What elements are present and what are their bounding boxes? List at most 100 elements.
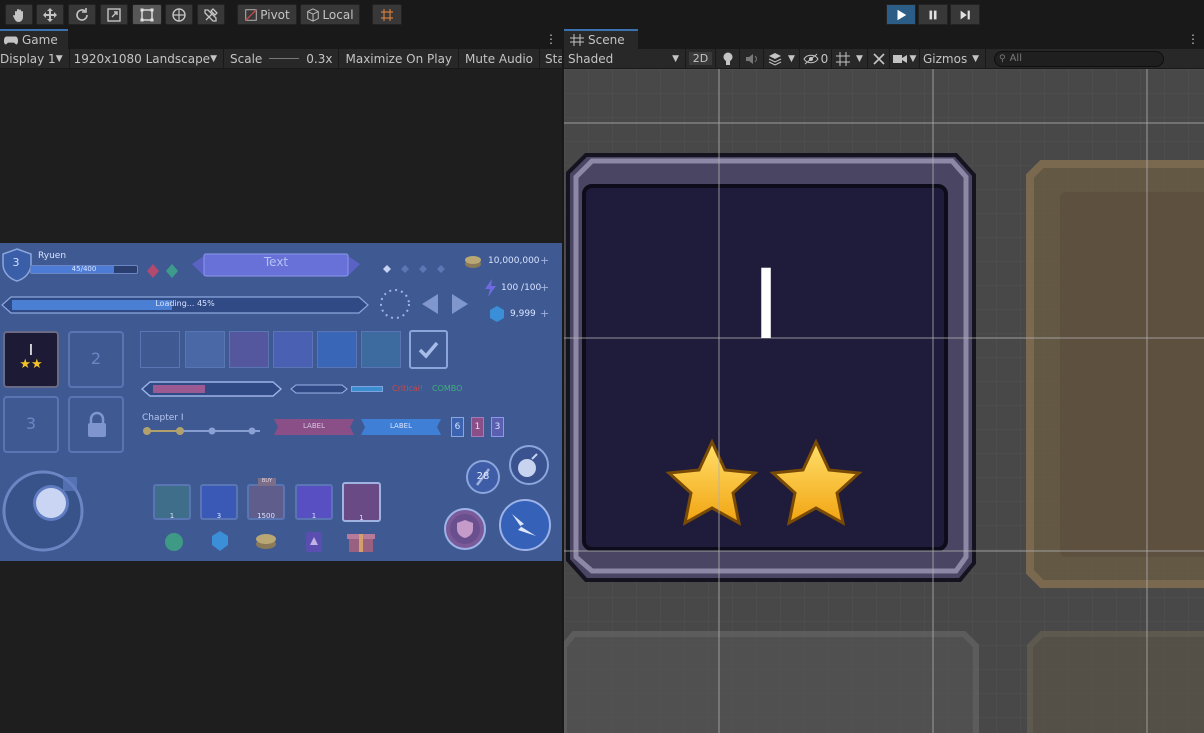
swatch-1[interactable] bbox=[140, 331, 180, 368]
maximize-on-play-toggle[interactable]: Maximize On Play bbox=[339, 49, 460, 68]
pivot-label: Pivot bbox=[260, 7, 290, 22]
item-slot-5[interactable]: 1 bbox=[342, 482, 381, 522]
level-numeral: I bbox=[751, 249, 781, 361]
search-placeholder: All bbox=[1009, 53, 1022, 64]
chapter-progress bbox=[143, 427, 260, 435]
play-icon bbox=[897, 9, 907, 20]
add-coins-button[interactable]: + bbox=[540, 254, 549, 267]
2d-toggle[interactable]: 2D bbox=[686, 49, 716, 68]
buy-tag: BUY bbox=[258, 478, 276, 486]
slot-3-label: 3 bbox=[25, 414, 37, 433]
item-count-1: 1 bbox=[169, 512, 175, 520]
grid-dropdown[interactable]: ▼ bbox=[832, 49, 868, 68]
gizmos-dropdown[interactable]: Gizmos ▼ bbox=[920, 49, 986, 68]
shield-button[interactable] bbox=[443, 507, 487, 551]
swatch-4[interactable] bbox=[273, 331, 313, 368]
attack-button[interactable] bbox=[498, 498, 552, 552]
grid-icon bbox=[836, 51, 851, 66]
game-panel-menu-icon[interactable]: ⋮ bbox=[545, 32, 557, 46]
local-label: Local bbox=[322, 7, 354, 22]
item-slot-2[interactable]: 3 bbox=[200, 484, 238, 520]
resolution-dropdown[interactable]: 1920x1080 Landscape ▼ bbox=[70, 49, 224, 68]
chevron-down-icon: ▼ bbox=[672, 53, 679, 64]
stats-label: Sta bbox=[545, 51, 562, 66]
local-toggle[interactable]: Local bbox=[300, 4, 360, 25]
hidden-objects-toggle[interactable]: 0 bbox=[800, 49, 832, 68]
camera-dropdown[interactable]: ▼ bbox=[890, 49, 920, 68]
eye-slash-icon bbox=[803, 53, 819, 64]
light-bulb-icon bbox=[723, 52, 732, 65]
swatch-3[interactable] bbox=[229, 331, 269, 368]
check-icon bbox=[418, 341, 439, 359]
mute-audio-toggle[interactable]: Mute Audio bbox=[459, 49, 541, 68]
mini-bar-2 bbox=[351, 386, 383, 392]
scale-slider[interactable]: Scale 0.3x bbox=[224, 49, 340, 68]
count-badge-3: 3 bbox=[491, 417, 504, 437]
count-badge-1: 6 bbox=[451, 417, 464, 437]
count-badge-2: 1 bbox=[471, 417, 484, 437]
swatch-2[interactable] bbox=[185, 331, 225, 368]
tools-toggle[interactable] bbox=[868, 49, 890, 68]
game-view: 3 Ryuen 45/400 Text 10,000,000 + 100 /10… bbox=[0, 69, 562, 733]
label-2: LABEL bbox=[390, 422, 412, 430]
add-energy-button[interactable]: + bbox=[540, 281, 549, 294]
tile-inner bbox=[582, 184, 948, 551]
arrow-buttons[interactable] bbox=[420, 291, 470, 317]
slot-3[interactable]: 3 bbox=[3, 396, 59, 453]
energy-value: 100 /100 bbox=[501, 283, 542, 293]
game-toolbar: Display 1 ▼ 1920x1080 Landscape ▼ Scale … bbox=[0, 49, 562, 69]
transform-tool-button[interactable] bbox=[165, 4, 193, 25]
rotate-tool-button[interactable] bbox=[68, 4, 96, 25]
rank-diamonds bbox=[383, 265, 445, 273]
step-button[interactable] bbox=[950, 4, 980, 25]
main-toolbar: Pivot Local bbox=[0, 0, 1204, 29]
slot-1[interactable]: I ★★ bbox=[3, 331, 59, 388]
game-tab-bar: Game ⋮ bbox=[0, 29, 562, 49]
gems-value: 9,999 bbox=[510, 309, 536, 319]
2d-label: 2D bbox=[688, 52, 713, 65]
swatch-6[interactable] bbox=[361, 331, 401, 368]
stats-toggle[interactable]: Sta bbox=[540, 49, 562, 68]
hand-tool-button[interactable] bbox=[5, 4, 33, 25]
custom-tool-button[interactable] bbox=[197, 4, 225, 25]
lightning-icon bbox=[485, 279, 496, 297]
pivot-toggle[interactable]: Pivot bbox=[237, 4, 297, 25]
joystick[interactable] bbox=[1, 469, 85, 553]
item-slot-3[interactable]: BUY 1500 bbox=[247, 478, 285, 520]
gamepad-icon bbox=[4, 36, 18, 45]
xp-bar: 45/400 bbox=[30, 265, 138, 274]
scale-slider-track[interactable] bbox=[269, 58, 300, 59]
display-dropdown[interactable]: Display 1 ▼ bbox=[0, 49, 70, 68]
scale-label: Scale bbox=[230, 51, 263, 66]
camera-icon bbox=[892, 54, 907, 63]
slot-2[interactable]: 2 bbox=[68, 331, 124, 388]
play-button[interactable] bbox=[886, 4, 916, 25]
rect-tool-button[interactable] bbox=[132, 4, 162, 25]
pause-button[interactable] bbox=[918, 4, 948, 25]
scene-search-input[interactable]: ⚲ All bbox=[994, 50, 1164, 67]
checkbox[interactable] bbox=[409, 330, 448, 369]
effects-dropdown[interactable]: ▼ bbox=[764, 49, 800, 68]
tab-game[interactable]: Game bbox=[0, 29, 68, 49]
move-tool-button[interactable] bbox=[36, 4, 64, 25]
scale-tool-button[interactable] bbox=[100, 4, 128, 25]
audio-toggle[interactable] bbox=[740, 49, 764, 68]
add-gems-button[interactable]: + bbox=[540, 307, 549, 320]
item-slot-1[interactable]: 1 bbox=[153, 484, 191, 520]
swatch-5[interactable] bbox=[317, 331, 357, 368]
grid-snap-button[interactable] bbox=[372, 4, 402, 25]
item-slot-4[interactable]: 1 bbox=[295, 484, 333, 520]
scene-panel-menu-icon[interactable]: ⋮ bbox=[1187, 32, 1199, 46]
critical-text: Critical! bbox=[392, 384, 424, 393]
grid-icon bbox=[570, 34, 584, 46]
hidden-count: 0 bbox=[820, 51, 829, 66]
game-canvas[interactable]: 3 Ryuen 45/400 Text 10,000,000 + 100 /10… bbox=[0, 243, 562, 561]
lighting-toggle[interactable] bbox=[716, 49, 740, 68]
tab-scene[interactable]: Scene bbox=[564, 29, 638, 49]
shading-dropdown[interactable]: Shaded ▼ bbox=[564, 49, 686, 68]
scene-view[interactable]: I bbox=[564, 69, 1204, 733]
bomb-button[interactable] bbox=[508, 444, 550, 486]
local-cube-icon bbox=[307, 7, 320, 22]
slot-locked[interactable] bbox=[68, 396, 124, 453]
rotate-tool-icon bbox=[76, 7, 88, 21]
